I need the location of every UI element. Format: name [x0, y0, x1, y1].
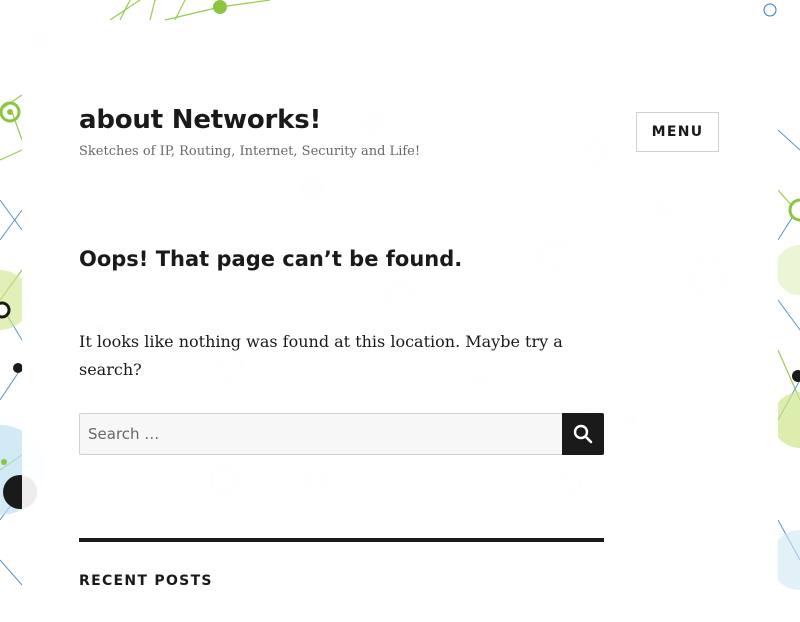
site-tagline: Sketches of IP, Routing, Internet, Secur…: [79, 144, 421, 159]
menu-button[interactable]: MENU: [636, 112, 719, 152]
search-input[interactable]: [79, 413, 563, 455]
content-panel: about Networks! Sketches of IP, Routing,…: [22, 22, 778, 622]
search-icon: [573, 424, 593, 444]
page-heading: Oops! That page can’t be found.: [79, 247, 463, 271]
search-submit-button[interactable]: [562, 413, 604, 455]
search-form: [79, 413, 604, 455]
recent-posts-title: RECENT POSTS: [79, 573, 213, 589]
widget-divider: [79, 538, 604, 542]
page-message: It looks like nothing was found at this …: [79, 332, 563, 379]
site-title[interactable]: about Networks!: [79, 104, 321, 136]
